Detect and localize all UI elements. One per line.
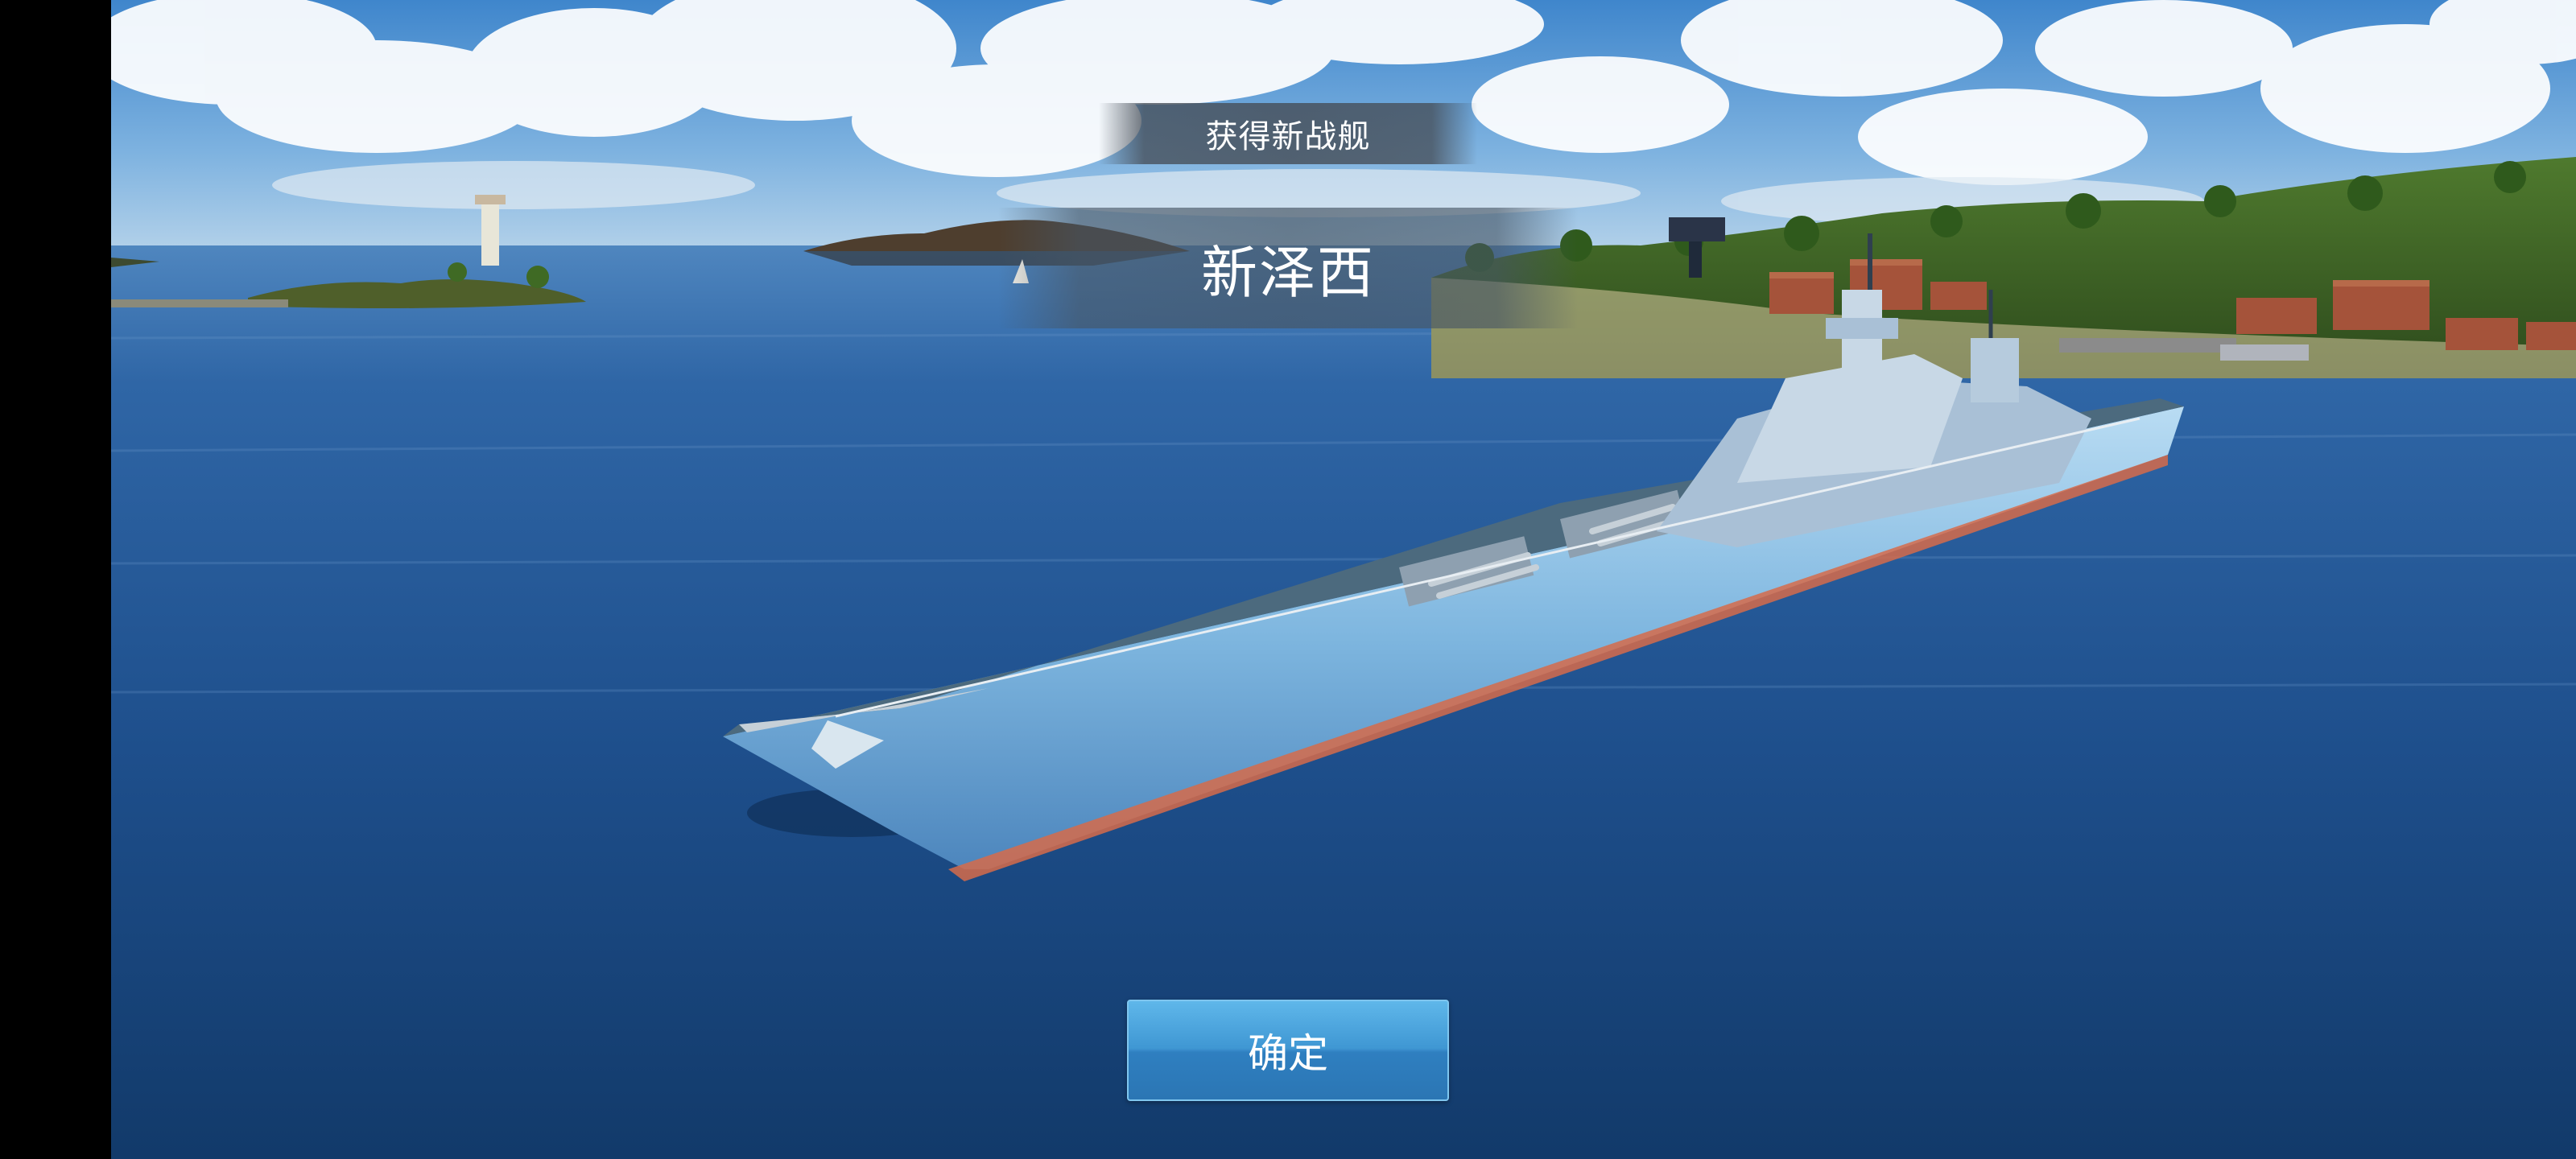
ship-name: 新泽西 <box>1201 239 1375 306</box>
confirm-button-label: 确定 <box>1248 1030 1328 1077</box>
reward-title-banner: 获得新战舰 <box>1099 103 1477 164</box>
reward-title: 获得新战舰 <box>1205 118 1371 155</box>
confirm-button[interactable]: 确定 <box>1127 1000 1449 1101</box>
screen-left-bezel <box>0 0 111 1159</box>
game-screen: 获得新战舰 新泽西 确定 <box>0 0 2576 1159</box>
ship-name-banner: 新泽西 <box>998 208 1578 328</box>
harbor-scene <box>111 0 2576 1159</box>
